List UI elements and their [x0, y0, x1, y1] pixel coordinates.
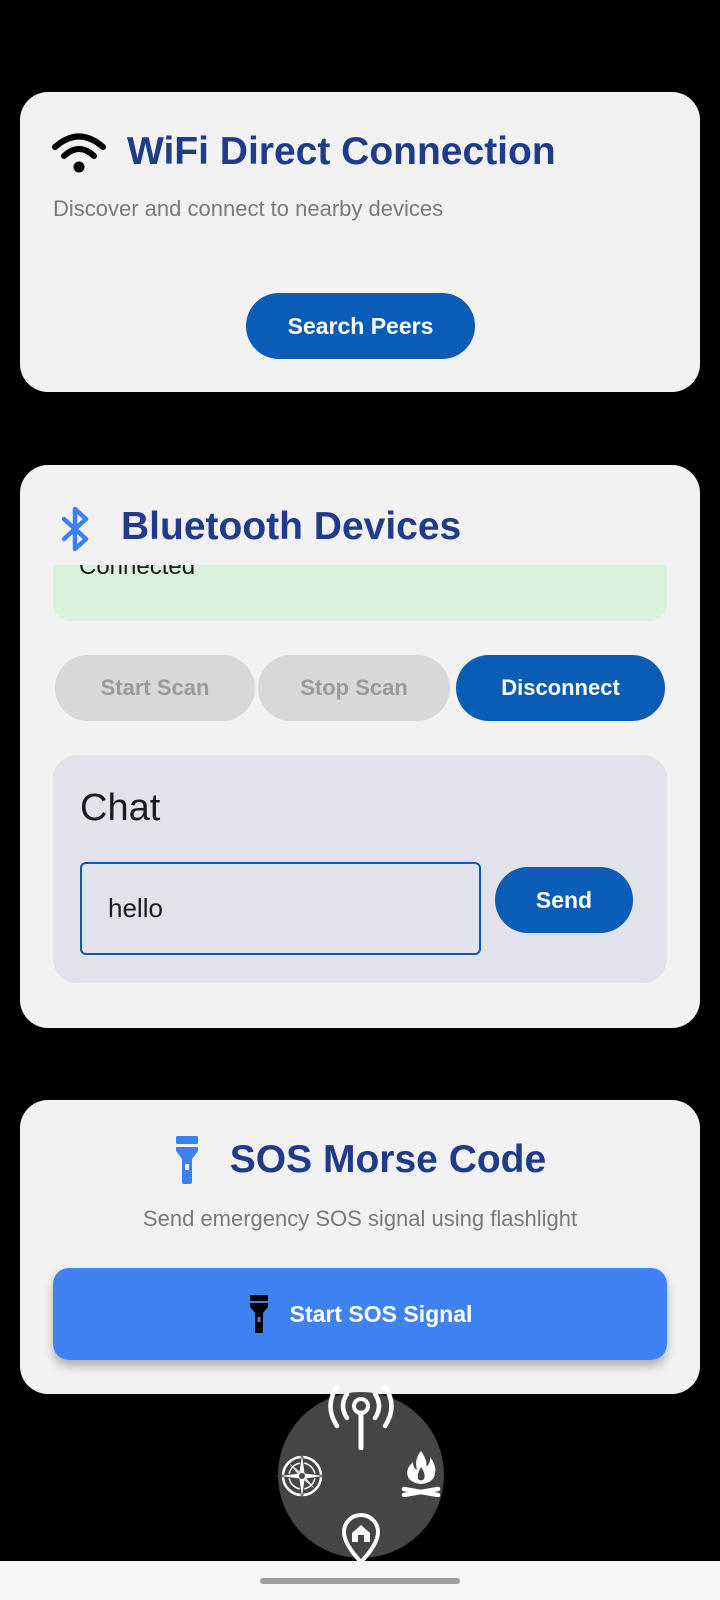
sos-title: SOS Morse Code — [229, 1138, 547, 1181]
sos-subtitle: Send emergency SOS signal using flashlig… — [142, 1206, 578, 1231]
sos-header: SOS Morse Code — [20, 1136, 700, 1184]
wifi-direct-card: WiFi Direct Connection Discover and conn… — [20, 92, 700, 392]
disconnect-button[interactable]: Disconnect — [456, 655, 665, 721]
signal-tower-icon[interactable] — [322, 1384, 400, 1450]
wifi-subtitle: Discover and connect to nearby devices — [53, 196, 444, 221]
connection-status-text: Connected — [79, 565, 196, 580]
campfire-icon[interactable] — [400, 1449, 442, 1497]
wifi-icon — [52, 133, 106, 173]
home-location-icon[interactable] — [340, 1512, 382, 1564]
start-scan-button[interactable]: Start Scan — [55, 655, 255, 721]
bluetooth-card: Bluetooth Devices Connected Start Scan S… — [20, 465, 700, 1028]
sos-morse-card: SOS Morse Code Send emergency SOS signal… — [20, 1100, 700, 1394]
home-gesture-handle[interactable] — [260, 1578, 460, 1584]
compass-icon[interactable] — [275, 1449, 329, 1503]
start-sos-button[interactable]: Start SOS Signal — [53, 1268, 667, 1360]
bluetooth-title: Bluetooth Devices — [121, 505, 462, 548]
send-button[interactable]: Send — [495, 867, 633, 933]
system-navigation-bar — [0, 1561, 720, 1600]
search-peers-button[interactable]: Search Peers — [246, 293, 475, 359]
chat-message-input[interactable] — [80, 862, 481, 955]
chat-title: Chat — [80, 787, 161, 829]
flashlight-icon — [249, 1295, 268, 1333]
flashlight-icon — [175, 1136, 198, 1184]
chat-panel: Chat Send — [53, 755, 667, 983]
stop-scan-button[interactable]: Stop Scan — [258, 655, 450, 721]
wifi-title: WiFi Direct Connection — [127, 130, 556, 173]
screen: WiFi Direct Connection Discover and conn… — [0, 0, 720, 1600]
start-sos-label: Start SOS Signal — [289, 1300, 473, 1327]
bluetooth-icon — [61, 506, 89, 552]
connection-status-box: Connected — [53, 565, 667, 621]
